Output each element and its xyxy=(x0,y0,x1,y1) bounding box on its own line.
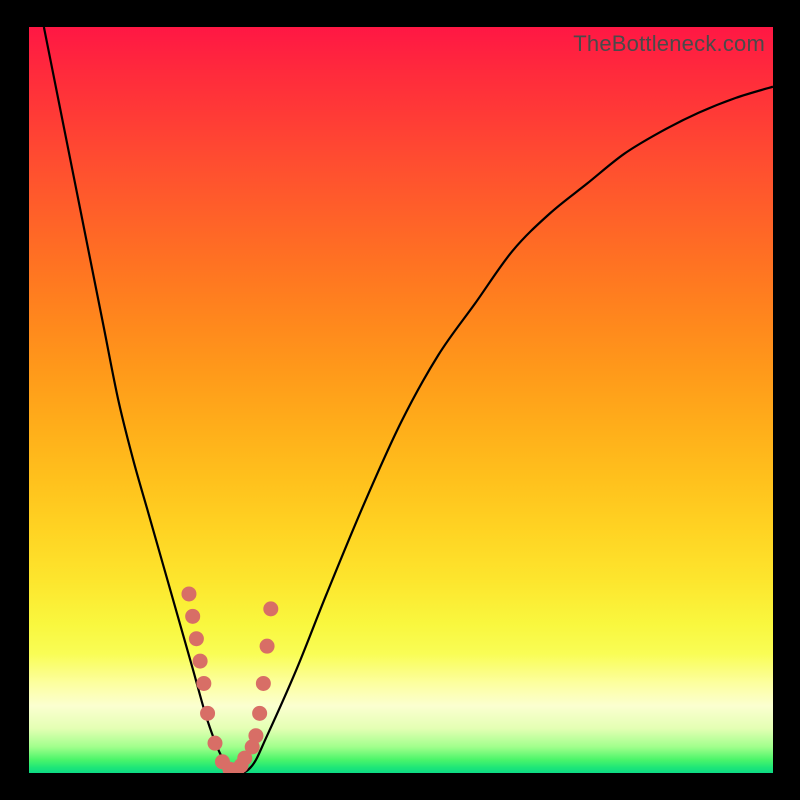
chart-frame: TheBottleneck.com xyxy=(0,0,800,800)
marker-dot xyxy=(200,706,215,721)
marker-dot xyxy=(181,586,196,601)
marker-dot xyxy=(252,706,267,721)
marker-dot xyxy=(196,676,211,691)
marker-dot xyxy=(263,601,278,616)
marker-dot xyxy=(189,631,204,646)
plot-area: TheBottleneck.com xyxy=(29,27,773,773)
marker-dot xyxy=(256,676,271,691)
marker-dot xyxy=(193,654,208,669)
marker-dot xyxy=(248,728,263,743)
marker-dot xyxy=(185,609,200,624)
curve-layer xyxy=(29,27,773,773)
bottleneck-curve xyxy=(44,27,773,773)
marker-dot xyxy=(208,736,223,751)
marker-dot xyxy=(260,639,275,654)
